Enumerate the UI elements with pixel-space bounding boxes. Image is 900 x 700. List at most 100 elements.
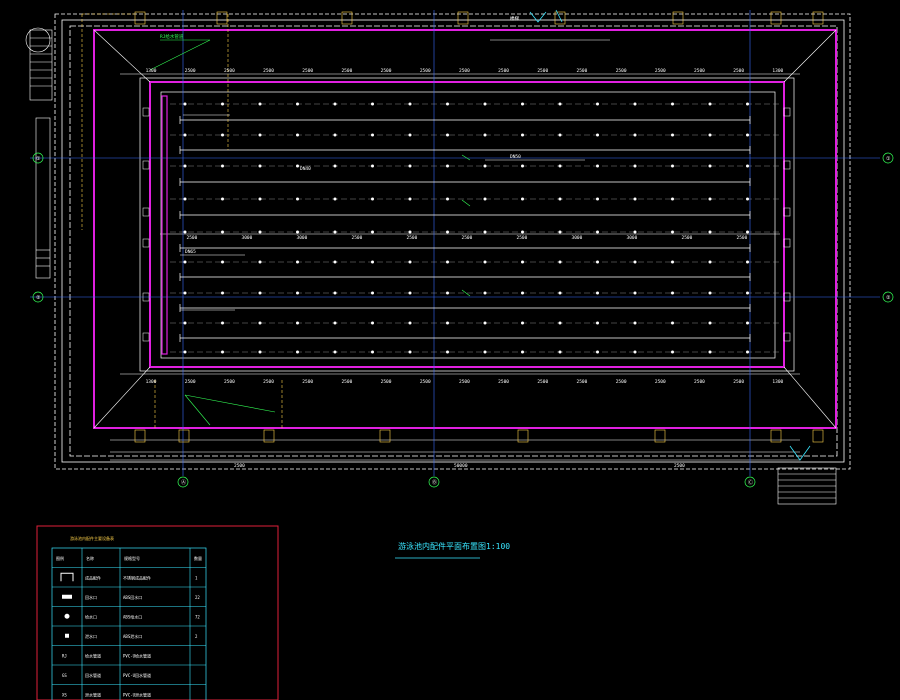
inlet-dot	[596, 197, 599, 201]
wall-niche	[142, 160, 150, 170]
dim-bottom: 2500	[185, 379, 196, 385]
inlet-dot	[671, 197, 674, 201]
note-dn50: DN50	[510, 154, 521, 160]
inlet-dot	[708, 291, 712, 295]
dim-mid: 2500	[517, 235, 528, 241]
inlet-dot	[408, 350, 412, 354]
note-dn65: DN65	[185, 249, 196, 255]
dim-mid: 2500	[407, 235, 418, 241]
inlet-dot	[333, 102, 337, 106]
stair-label: 楼梯	[510, 15, 519, 22]
inlet-dot	[633, 230, 637, 234]
right-stair	[777, 467, 837, 505]
lane-lines	[161, 95, 780, 355]
dim-bottom: 2500	[694, 379, 705, 385]
dim-overall: 50000	[454, 463, 468, 469]
inlet-dot	[558, 230, 562, 234]
axis-bubble-labels: ① ② ① ② Ⓐ Ⓑ Ⓒ	[36, 156, 891, 486]
dim-bottom: 2500	[459, 379, 470, 385]
inlet-dot	[258, 350, 262, 354]
inlet-dot	[558, 350, 562, 354]
axis-label-bottom-3: Ⓒ	[748, 479, 753, 486]
legend-row-spec: ABS给水口	[123, 613, 142, 619]
inlet-dot	[521, 133, 524, 137]
inlet-dot	[596, 260, 599, 264]
legend-row-qty: 1	[195, 575, 198, 580]
legend-row-qty: 2	[195, 634, 198, 639]
inlet-dot	[746, 102, 749, 106]
pool-surround-chamfers	[93, 29, 837, 429]
inlet-dot	[333, 291, 337, 295]
dimension-lines	[110, 73, 800, 461]
inlet-dot	[483, 260, 487, 264]
dim-top: 2500	[733, 68, 744, 74]
inlet-dot	[521, 260, 524, 264]
dim-top: 2500	[263, 68, 274, 74]
inlet-dot	[446, 230, 449, 234]
inlet-dot	[633, 350, 637, 354]
inlet-dot	[521, 350, 524, 354]
dim-mid: 2500	[682, 235, 693, 241]
inlet-dot	[746, 291, 749, 295]
inlet-dot	[221, 133, 224, 137]
legend-row-spec: ABS回水口	[123, 594, 142, 600]
inlet-dot	[708, 197, 712, 201]
legend-header: 图例	[56, 555, 64, 561]
inlet-dot	[596, 102, 599, 106]
inlet-dot	[183, 102, 187, 106]
inlet-dot	[708, 350, 712, 354]
inlet-dot	[371, 102, 374, 106]
inlet-dot	[671, 102, 674, 106]
inlet-dot	[558, 133, 562, 137]
dim-overall: 2500	[234, 463, 245, 469]
axis-lines	[30, 10, 880, 476]
legend-symbol-code: GS	[62, 673, 67, 678]
inlet-dot	[408, 260, 412, 264]
inlet-dot	[258, 133, 262, 137]
inlet-dot	[671, 321, 674, 325]
inlet-dot	[183, 260, 187, 264]
inlet-dot	[708, 102, 712, 106]
dim-bottom: 2500	[302, 379, 313, 385]
legend-symbol-square	[65, 633, 69, 638]
inlet-dot	[521, 291, 524, 295]
leader-notes: RJ给水管道 DN40 DN50 DN65 楼梯	[160, 15, 610, 311]
inlet-dot	[258, 230, 262, 234]
inlet-dot	[671, 133, 674, 137]
axis-label-right-1: ①	[886, 156, 891, 162]
inlet-dot	[408, 197, 412, 201]
inlet-dot	[296, 230, 299, 234]
wall-niche	[142, 207, 150, 217]
inlet-dot	[446, 291, 449, 295]
inlet-dot	[408, 133, 412, 137]
inlet-dot	[483, 230, 487, 234]
inlet-dot	[371, 291, 374, 295]
inlet-dot	[446, 321, 449, 325]
dim-top: 1300	[146, 68, 157, 74]
inlet-dot	[708, 321, 712, 325]
axis-label-left-1: ①	[36, 156, 41, 162]
inlet-dot	[183, 164, 187, 168]
inlet-dot	[258, 164, 262, 168]
legend-row-spec: PVC-U回水管道	[123, 672, 151, 678]
dim-bottom: 2500	[341, 379, 352, 385]
dim-top: 2500	[498, 68, 509, 74]
inlet-dot	[183, 197, 187, 201]
inlet-dot	[333, 197, 337, 201]
dim-top: 2500	[616, 68, 627, 74]
legend-row-name: 泄水管道	[85, 691, 101, 697]
legend-symbol-code: XS	[62, 692, 67, 697]
legend-symbol-rect	[62, 594, 72, 599]
dim-bottom: 2500	[655, 379, 666, 385]
dim-mid: 2500	[187, 235, 198, 241]
inlet-dot	[183, 321, 187, 325]
inlet-dot	[408, 230, 412, 234]
inlet-dot	[671, 350, 674, 354]
legend-row-name: 给水管道	[85, 652, 101, 658]
inlet-dot	[221, 230, 224, 234]
dim-mid: 3000	[242, 235, 253, 241]
inlet-dot	[296, 197, 299, 201]
inlet-dot	[221, 321, 224, 325]
inlet-dot	[746, 164, 749, 168]
inlet-dot	[408, 164, 412, 168]
